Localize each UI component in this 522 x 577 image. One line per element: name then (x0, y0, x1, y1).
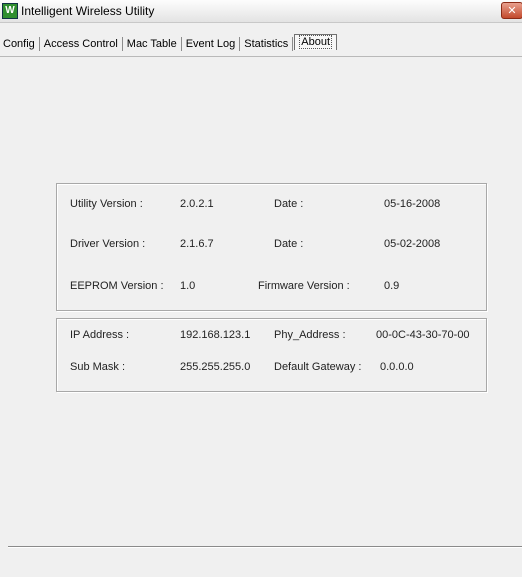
tab-mac-table[interactable]: Mac Table (124, 36, 180, 53)
phy-address-value: 00-0C-43-30-70-00 (376, 329, 470, 341)
tab-separator (121, 37, 123, 52)
driver-date-label: Date : (274, 238, 304, 250)
eeprom-version-value: 1.0 (180, 280, 196, 292)
bottom-divider-highlight (8, 547, 522, 548)
tab-event-log[interactable]: Event Log (183, 36, 239, 53)
utility-version-value: 2.0.2.1 (180, 198, 214, 210)
ip-address-value: 192.168.123.1 (180, 329, 251, 341)
driver-date-value: 05-02-2008 (384, 238, 441, 250)
close-button[interactable]: ✕ (501, 2, 522, 19)
tab-access-control[interactable]: Access Control (41, 36, 121, 53)
window-title: Intelligent Wireless Utility (21, 4, 155, 18)
driver-version-value: 2.1.6.7 (180, 238, 214, 250)
sub-mask-label: Sub Mask : (70, 361, 126, 373)
tab-separator (38, 37, 40, 52)
utility-date-value: 05-16-2008 (384, 198, 441, 210)
tab-separator (180, 37, 182, 52)
firmware-version-label: Firmware Version : (258, 280, 350, 292)
utility-version-label: Utility Version : (70, 198, 143, 210)
tab-divider (0, 56, 522, 57)
tab-config[interactable]: Config (0, 36, 38, 53)
title-bar[interactable]: W Intelligent Wireless Utility ✕ (0, 0, 522, 23)
tab-about[interactable]: About (294, 34, 338, 50)
tab-about-label: About (299, 35, 333, 49)
tab-statistics[interactable]: Statistics (241, 36, 291, 53)
firmware-version-value: 0.9 (384, 280, 400, 292)
tab-separator (292, 37, 294, 52)
eeprom-version-label: EEPROM Version : (70, 280, 164, 292)
driver-version-label: Driver Version : (70, 238, 146, 250)
phy-address-label: Phy_Address : (274, 329, 346, 341)
utility-date-label: Date : (274, 198, 304, 210)
app-icon: W (2, 3, 18, 19)
tab-separator (239, 37, 241, 52)
tab-bar: Config Access Control Mac Table Event Log St… (0, 34, 338, 58)
ip-address-label: IP Address : (70, 329, 130, 341)
sub-mask-value: 255.255.255.0 (180, 361, 251, 373)
default-gateway-label: Default Gateway : (274, 361, 362, 373)
default-gateway-value: 0.0.0.0 (380, 361, 414, 373)
